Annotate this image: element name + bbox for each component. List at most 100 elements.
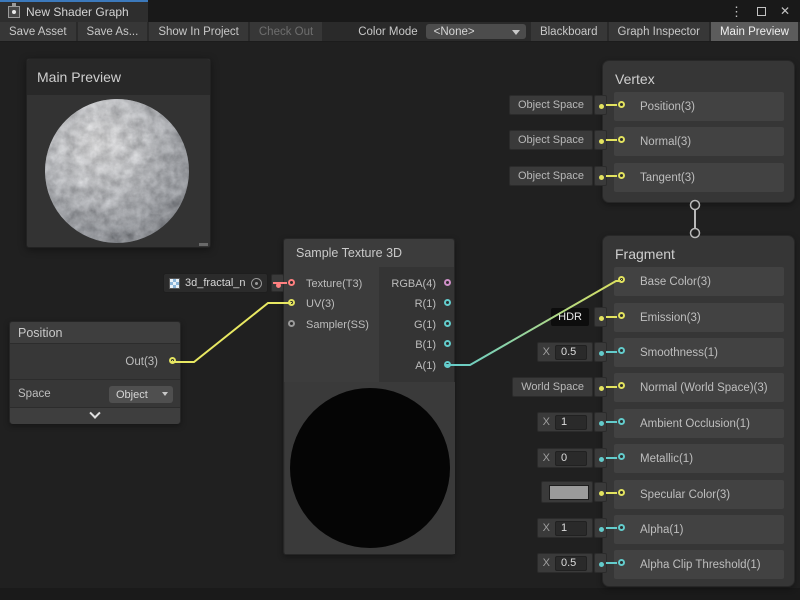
specular-color-control[interactable] [541,482,607,502]
position-space-pill[interactable]: Object Space [509,95,607,115]
normal-ws-slot[interactable]: Normal (World Space)(3) [614,373,784,402]
maximize-icon[interactable] [757,7,766,16]
port-uv[interactable] [288,299,295,306]
fragment-node[interactable]: Fragment Base Color(3) Emission(3) Smoot… [602,235,795,587]
smoothness-value[interactable]: 0.5 [555,345,587,360]
main-preview-title: Main Preview [37,69,121,85]
ao-value[interactable]: 1 [555,415,587,430]
port-normal[interactable] [618,136,625,143]
texture-preview [285,382,455,554]
connector-dot [594,518,607,538]
color-swatch[interactable] [549,485,589,500]
metallic-value[interactable]: 0 [555,451,587,466]
b-output[interactable]: B(1) [379,335,456,355]
port-g[interactable] [444,320,451,327]
position-node-title: Position [10,322,180,344]
metallic-slot[interactable]: Metallic(1) [614,444,784,473]
main-preview-header[interactable]: Main Preview [27,59,210,95]
space-dropdown[interactable]: Object [109,386,173,403]
vertex-position-slot[interactable]: Position(3) [614,92,784,121]
connector-dot [594,307,607,327]
port-rgba[interactable] [444,279,451,286]
smoothness-field[interactable]: X0.5 [537,342,607,362]
main-preview-button[interactable]: Main Preview [711,22,798,41]
port-ambient-occlusion[interactable] [618,418,625,425]
window-controls: ⋮ ✕ [730,0,800,22]
ambient-occlusion-slot[interactable]: Ambient Occlusion(1) [614,409,784,438]
main-preview-panel: Main Preview [26,58,211,248]
ambient-occlusion-field[interactable]: X1 [537,412,607,432]
smoothness-slot[interactable]: Smoothness(1) [614,338,784,367]
specular-color-slot[interactable]: Specular Color(3) [614,480,784,509]
window-menu-icon[interactable]: ⋮ [730,5,743,18]
port-texture[interactable] [288,279,295,286]
emission-hdr-control[interactable]: HDR [551,307,607,327]
graph-inspector-button[interactable]: Graph Inspector [609,22,709,41]
sample-texture-3d-node[interactable]: Sample Texture 3D Texture(T3) UV(3) Samp… [283,238,455,555]
port-out[interactable] [169,357,176,364]
position-out-row: Out(3) [10,344,180,380]
normal-space-control[interactable]: World Space [512,377,607,397]
g-output[interactable]: G(1) [379,315,456,335]
alpha-value[interactable]: 1 [555,521,587,536]
base-color-slot[interactable]: Base Color(3) [614,267,784,296]
alpha-slot[interactable]: Alpha(1) [614,515,784,544]
uv-input[interactable]: UV(3) [284,294,379,314]
tangent-space-pill[interactable]: Object Space [509,166,607,186]
save-asset-button[interactable]: Save Asset [0,22,76,41]
emission-slot[interactable]: Emission(3) [614,303,784,332]
close-icon[interactable]: ✕ [780,5,790,17]
collapse-preview-button[interactable] [10,408,180,424]
main-preview-viewport [27,95,210,248]
texture-thumbnail-icon [169,278,180,289]
port-a[interactable] [444,361,451,368]
port-specular-color[interactable] [618,489,625,496]
vertex-normal-slot[interactable]: Normal(3) [614,127,784,156]
port-base-color[interactable] [618,276,625,283]
chevron-down-icon [512,30,520,35]
port-alpha[interactable] [618,524,625,531]
port-sampler[interactable] [288,320,295,327]
tab-bar: New Shader Graph ⋮ ✕ [0,0,800,22]
collapse-chevron-icon [89,408,100,419]
port-emission[interactable] [618,312,625,319]
texture-object-field[interactable]: 3d_fractal_n [163,273,268,293]
alpha-clip-slot[interactable]: Alpha Clip Threshold(1) [614,550,784,579]
bottom-strip [0,588,800,600]
texture-input[interactable]: Texture(T3) [284,274,379,294]
port-alpha-clip[interactable] [618,559,625,566]
texture-preview-sphere [290,388,450,548]
port-position[interactable] [618,101,625,108]
a-output[interactable]: A(1) [379,356,456,376]
show-in-project-button[interactable]: Show In Project [149,22,248,41]
alpha-field[interactable]: X1 [537,518,607,538]
position-node[interactable]: Position Out(3) Space Object [9,321,181,424]
chevron-down-icon [162,392,168,396]
tab-title: New Shader Graph [26,5,129,19]
connector-dot [594,412,607,432]
sampler-input[interactable]: Sampler(SS) [284,315,379,335]
normal-space-pill[interactable]: Object Space [509,130,607,150]
connector-dot [271,274,284,292]
object-picker-icon[interactable] [251,278,262,289]
port-normal-ws[interactable] [618,382,625,389]
port-tangent[interactable] [618,172,625,179]
connector-dot [594,482,607,502]
save-as-button[interactable]: Save As... [78,22,148,41]
sample-texture-3d-title: Sample Texture 3D [284,239,454,267]
alpha-clip-field[interactable]: X0.5 [537,553,607,573]
alpha-clip-value[interactable]: 0.5 [555,556,587,571]
rgba-output[interactable]: RGBA(4) [379,274,456,294]
tab-new-shader-graph[interactable]: New Shader Graph [0,0,148,22]
port-b[interactable] [444,340,451,347]
resize-handle[interactable] [199,243,208,246]
r-output[interactable]: R(1) [379,294,456,314]
port-smoothness[interactable] [618,347,625,354]
port-r[interactable] [444,299,451,306]
vertex-tangent-slot[interactable]: Tangent(3) [614,163,784,192]
color-mode-dropdown[interactable]: <None> [426,24,526,39]
vertex-node[interactable]: Vertex Position(3) Normal(3) Tangent(3) [602,60,795,203]
port-metallic[interactable] [618,453,625,460]
metallic-field[interactable]: X0 [537,448,607,468]
blackboard-button[interactable]: Blackboard [531,22,607,41]
